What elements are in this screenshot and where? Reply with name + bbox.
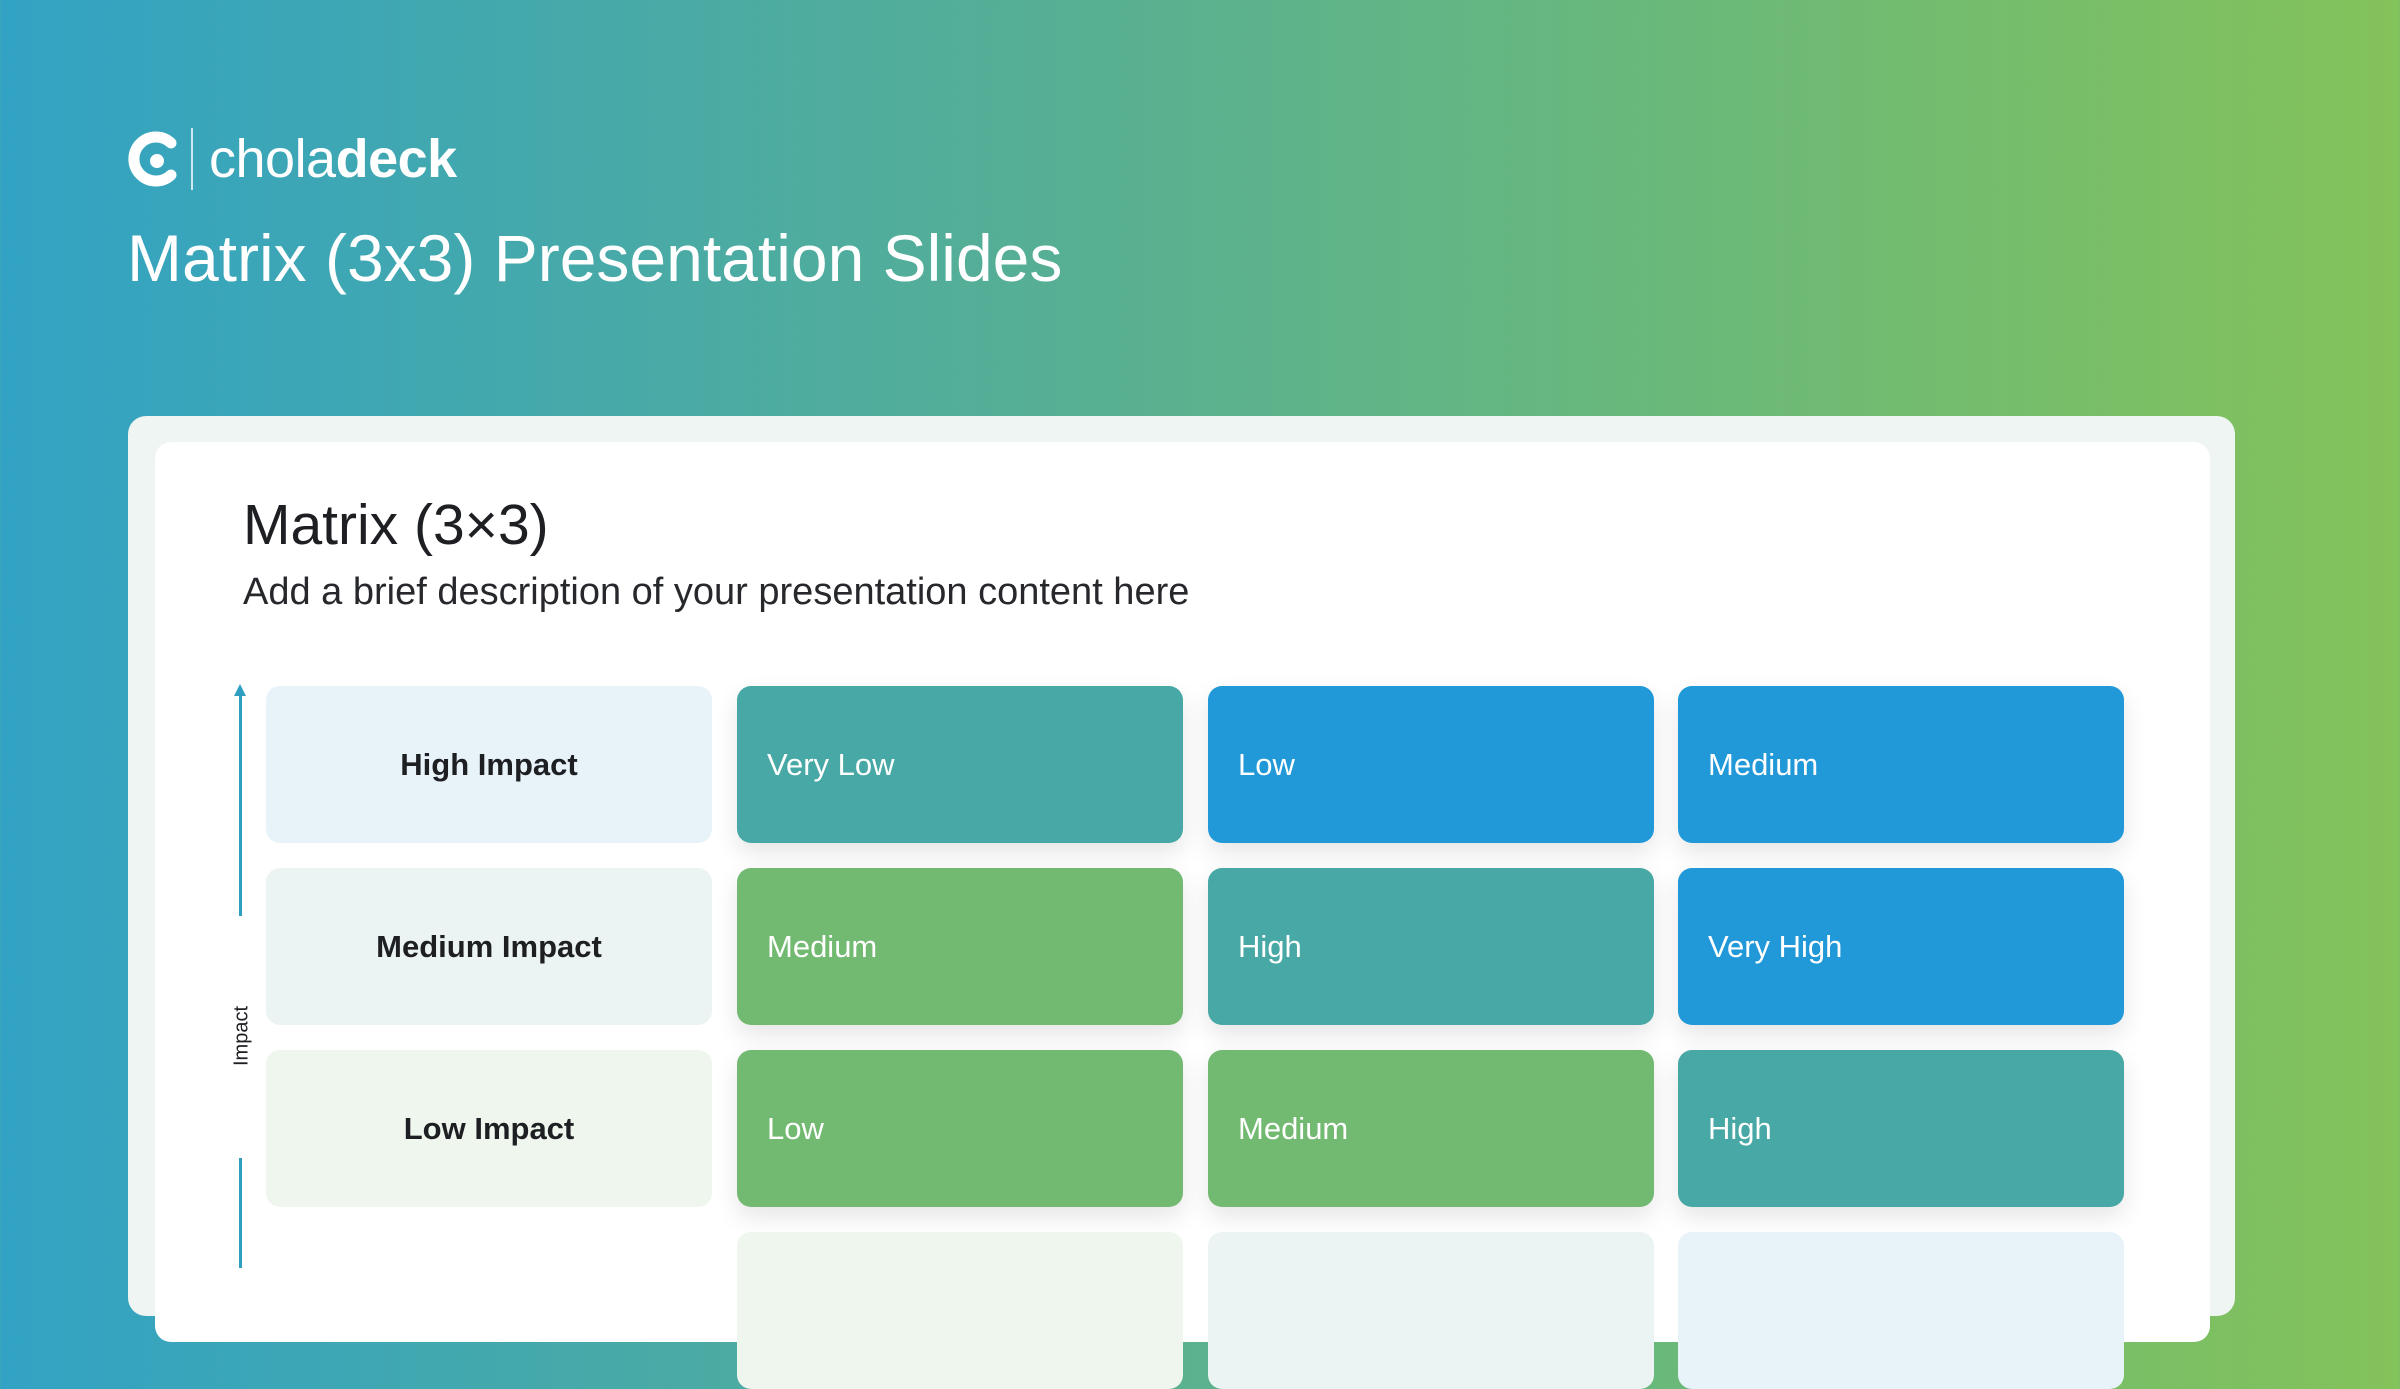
matrix-cell-placeholder <box>737 1232 1183 1389</box>
axis-label: Impact <box>230 1005 253 1067</box>
matrix-cell: Medium <box>737 868 1183 1025</box>
axis-line-top <box>239 694 242 916</box>
matrix-cell: Very High <box>1678 868 2124 1025</box>
brand-name: choladeck <box>209 132 457 186</box>
matrix-cell: Low <box>737 1050 1183 1207</box>
matrix-cell-placeholder <box>1208 1232 1654 1389</box>
matrix-cell: High <box>1208 868 1654 1025</box>
brand-logo-group: choladeck <box>127 127 457 191</box>
matrix-cell: Medium <box>1678 686 2124 843</box>
slide-description: Add a brief description of your presenta… <box>243 571 1190 613</box>
choladeck-logo-icon <box>128 131 177 187</box>
row-label-low-impact: Low Impact <box>266 1050 712 1207</box>
hero-title: Matrix (3x3) Presentation Slides <box>127 221 1063 295</box>
matrix-cell: High <box>1678 1050 2124 1207</box>
brand-name-bold: deck <box>335 129 458 189</box>
matrix-cell: Very Low <box>737 686 1183 843</box>
brand-name-light: chola <box>209 129 336 189</box>
brand-divider <box>191 128 193 190</box>
slide-title: Matrix (3×3) <box>243 493 549 557</box>
row-label-medium-impact: Medium Impact <box>266 868 712 1025</box>
matrix-cell-placeholder <box>1678 1232 2124 1389</box>
axis-line-bottom <box>239 1158 242 1268</box>
matrix-cell: Low <box>1208 686 1654 843</box>
matrix-cell: Medium <box>1208 1050 1654 1207</box>
row-label-high-impact: High Impact <box>266 686 712 843</box>
